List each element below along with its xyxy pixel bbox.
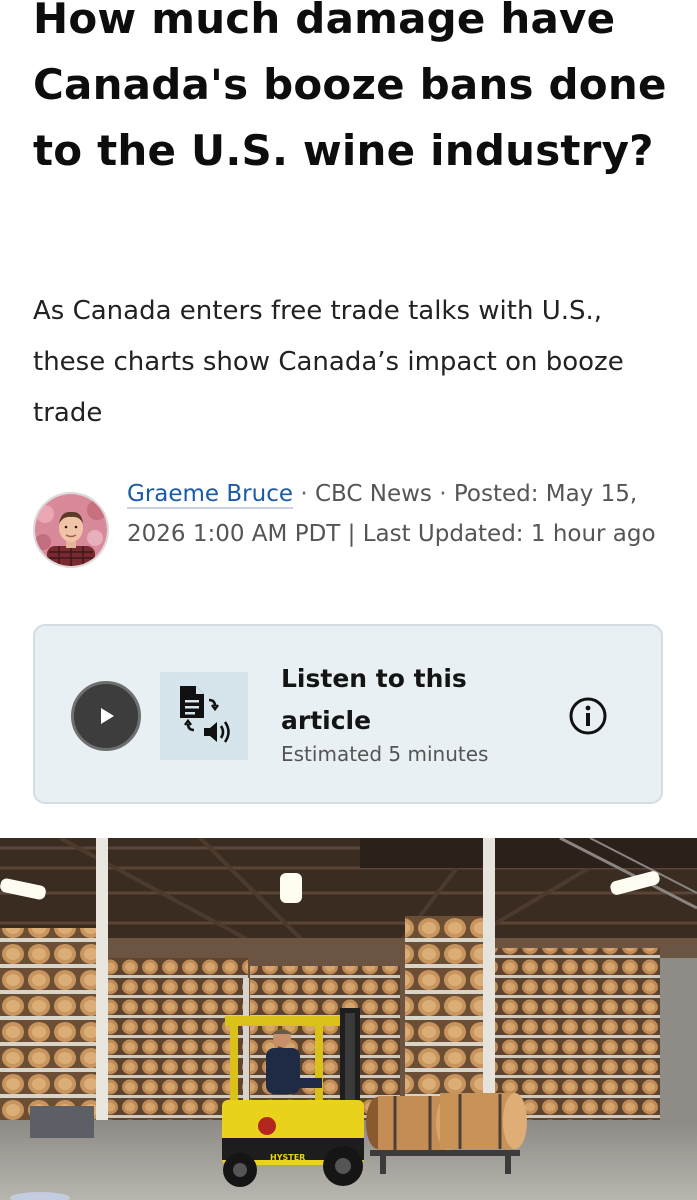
author-photo [35,494,107,566]
play-button[interactable] [71,681,141,751]
document-to-audio-icon [160,672,248,760]
byline-separator: · [300,481,308,507]
byline-separator-2: · [439,481,447,507]
listen-duration: Estimated 5 minutes [281,742,489,766]
byline-meta: Graeme Bruce · CBC News · Posted: May 15… [127,474,667,554]
author-avatar[interactable] [33,492,109,568]
byline-outlet: CBC News [314,481,432,507]
info-icon [569,697,607,735]
play-icon [101,708,114,724]
hero-image[interactable]: HYSTER [0,838,697,1200]
listen-title: Listen to this article [281,664,467,735]
wine-barrel-warehouse-photo: HYSTER [0,838,697,1200]
byline: Graeme Bruce · CBC News · Posted: May 15… [33,474,673,594]
article-dek: As Canada enters free trade talks with U… [33,296,624,428]
forklift-brand-label: HYSTER [270,1153,305,1162]
info-button[interactable] [568,696,608,736]
author-link[interactable]: Graeme Bruce [127,481,293,509]
listen-to-article-card[interactable]: Listen to this article Estimated 5 minut… [33,624,663,804]
article-headline: How much damage have Canada's booze bans… [33,0,667,175]
